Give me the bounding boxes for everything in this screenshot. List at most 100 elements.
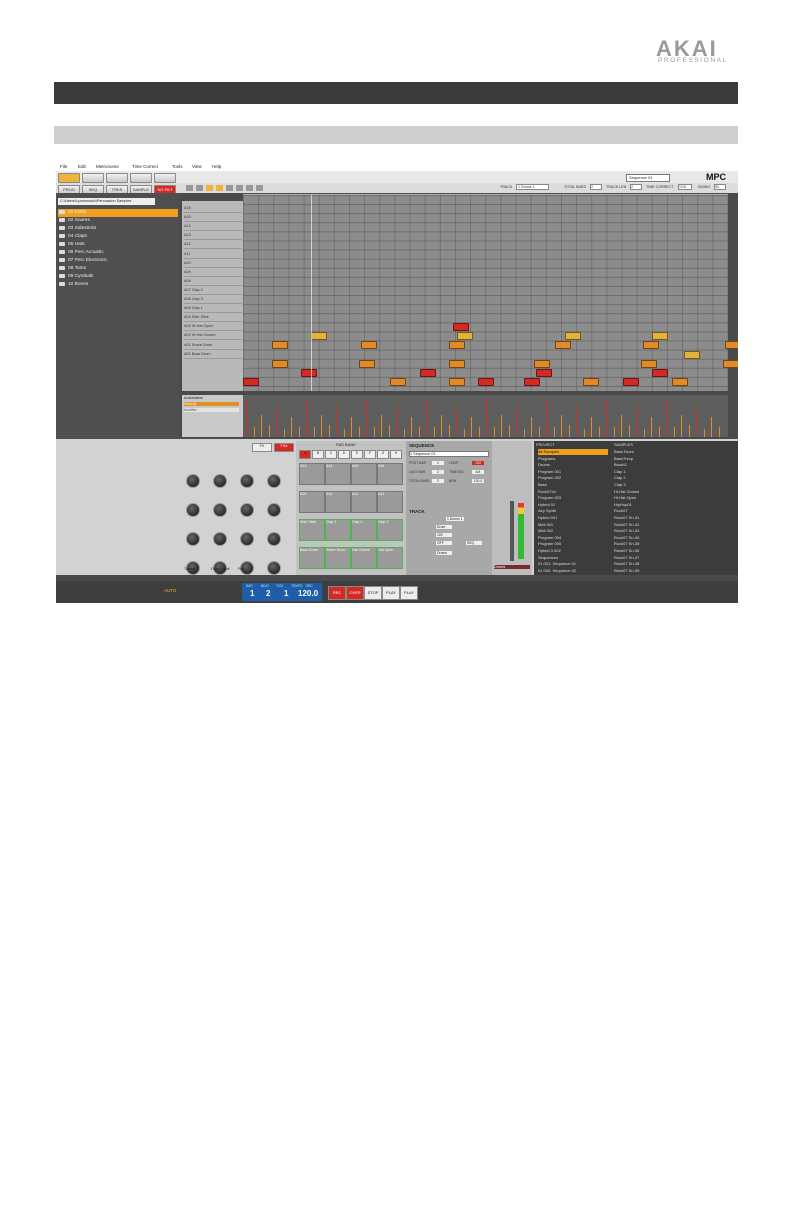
drum-pad[interactable]: A16 (377, 463, 403, 485)
sequence-field-value[interactable]: 4/4 (472, 470, 484, 474)
folder-row[interactable]: 08 Toms (58, 265, 178, 273)
note-block[interactable] (452, 323, 469, 331)
velocity-bar[interactable] (268, 425, 270, 437)
velocity-bar[interactable] (508, 425, 510, 437)
velocity-bar[interactable] (448, 425, 450, 437)
note-block[interactable] (582, 378, 599, 387)
pad-row-label[interactable]: A01 Snare Drum (184, 341, 242, 350)
velocity-bar[interactable] (621, 415, 622, 437)
velocity-bar[interactable] (313, 427, 315, 437)
velocity-bar[interactable] (358, 427, 360, 437)
velocity-bar[interactable] (403, 429, 405, 437)
pad-row-label[interactable]: A14 (184, 222, 242, 232)
note-block[interactable] (301, 369, 318, 377)
note-block[interactable] (623, 378, 640, 387)
edit-tool-icon-3[interactable] (216, 185, 223, 191)
edit-tool-icon-1[interactable] (196, 185, 203, 191)
velocity-bar[interactable] (471, 417, 472, 437)
browser-left-item[interactable]: Airy Synth (538, 508, 608, 514)
control-knob[interactable] (186, 503, 200, 517)
browser-left-item[interactable]: All Samples (538, 449, 608, 455)
velocity-bar[interactable] (396, 407, 397, 437)
browser-left-item[interactable]: Midi 001 (538, 522, 608, 528)
note-block[interactable] (361, 341, 378, 350)
velocity-bar[interactable] (418, 427, 420, 437)
browser-right-item[interactable]: Clap 1 (614, 469, 724, 475)
velocity-bar[interactable] (598, 427, 600, 437)
velocity-bar[interactable] (576, 407, 577, 437)
transport-button-play[interactable]: PLAY (382, 586, 400, 600)
control-knob[interactable] (186, 474, 200, 488)
automation-modifier[interactable]: Modifier (184, 408, 239, 412)
browser-right-item[interactable]: Rock07 Sn-33 (614, 528, 724, 534)
note-block[interactable] (448, 359, 465, 368)
bank-button-c[interactable]: C (325, 450, 337, 459)
velocity-bar[interactable] (291, 417, 292, 437)
velocity-bar[interactable] (561, 415, 562, 437)
browser-left-item[interactable]: Program 002 (538, 475, 608, 481)
edit-tool-icon-5[interactable] (236, 185, 243, 191)
browser-right-item[interactable]: Clap 2 (614, 475, 724, 481)
velocity-bar[interactable] (628, 425, 630, 437)
velocity-bar[interactable] (276, 407, 277, 437)
velocity-bar[interactable] (613, 427, 615, 437)
drum-pad[interactable]: Bass Drum (299, 547, 325, 569)
menu-item-metronome[interactable]: Metronome (96, 164, 119, 169)
bank-button-h[interactable]: H (390, 450, 402, 459)
folder-row[interactable]: 10 Bones (58, 281, 178, 289)
velocity-lane[interactable] (243, 395, 728, 437)
browser-left-item[interactable]: Rock07ch (538, 489, 608, 495)
sequence-field-value[interactable]: 120.0 (472, 479, 484, 483)
velocity-bar[interactable] (336, 407, 337, 437)
bank-button-e[interactable]: E (351, 450, 363, 459)
fx4-button[interactable]: FX4 (274, 443, 294, 452)
control-knob[interactable] (267, 503, 281, 517)
folder-row[interactable]: 01 Kicks (58, 209, 178, 217)
velocity-bar[interactable] (696, 407, 697, 437)
browser-right-item[interactable]: Rock07 Sn-37 (614, 555, 724, 561)
browser-path[interactable]: C:\Users\Lyonsmusic\Percussion Samples (58, 198, 155, 205)
note-block[interactable] (272, 359, 289, 368)
top-mode-button-2[interactable] (106, 173, 128, 183)
drum-pad[interactable]: A13 (299, 463, 325, 485)
velocity-bar[interactable] (478, 427, 480, 437)
drum-pad[interactable]: A10 (325, 491, 351, 513)
note-block[interactable] (448, 378, 465, 387)
top-mode-button-1[interactable] (82, 173, 104, 183)
note-block[interactable] (448, 341, 465, 350)
velocity-bar[interactable] (531, 417, 532, 437)
menu-item-view[interactable]: View (192, 164, 202, 169)
browser-left-item[interactable]: Sequences (538, 555, 608, 561)
browser-left-item[interactable]: Midi 002 (538, 528, 608, 534)
browser-left-item[interactable]: Program 003 (538, 495, 608, 501)
note-block[interactable] (535, 369, 552, 377)
drum-pad[interactable]: Clap 1 (325, 519, 351, 541)
velocity-bar[interactable] (351, 417, 352, 437)
auto-label[interactable]: AUTO (164, 588, 176, 593)
track-field-track[interactable]: 1 Drums 1 (446, 517, 464, 521)
edit-tool-icon-2[interactable] (206, 185, 213, 191)
pad-row-label[interactable]: A01 Bass Drum (184, 350, 242, 359)
note-block[interactable] (419, 369, 436, 377)
note-block[interactable] (555, 341, 572, 350)
note-block[interactable] (723, 359, 738, 368)
velocity-bar[interactable] (606, 399, 607, 437)
seq-select[interactable]: Sequence 01 (626, 174, 670, 182)
browser-right-item[interactable]: Rock07 Sn-36 (614, 548, 724, 554)
control-knob[interactable] (186, 532, 200, 546)
velocity-bar[interactable] (463, 429, 465, 437)
piano-roll-grid[interactable] (243, 195, 738, 391)
browser-left-item[interactable]: Hybrid 01 (538, 502, 608, 508)
velocity-bar[interactable] (321, 415, 322, 437)
drum-pad[interactable]: A09 (299, 491, 325, 513)
velocity-bar[interactable] (688, 425, 690, 437)
menu-item-file[interactable]: File (60, 164, 67, 169)
track-select[interactable]: 1 Drums 1 (516, 184, 549, 190)
control-knob[interactable] (213, 532, 227, 546)
browser-right-item[interactable]: Brush2 (614, 462, 724, 468)
velocity-bar[interactable] (636, 407, 637, 437)
browser-left-item[interactable]: Programs (538, 456, 608, 462)
velocity-bar[interactable] (343, 429, 345, 437)
browser-right-item[interactable]: Hi-Hat Open (614, 495, 724, 501)
fx-button[interactable]: FX (252, 443, 272, 452)
